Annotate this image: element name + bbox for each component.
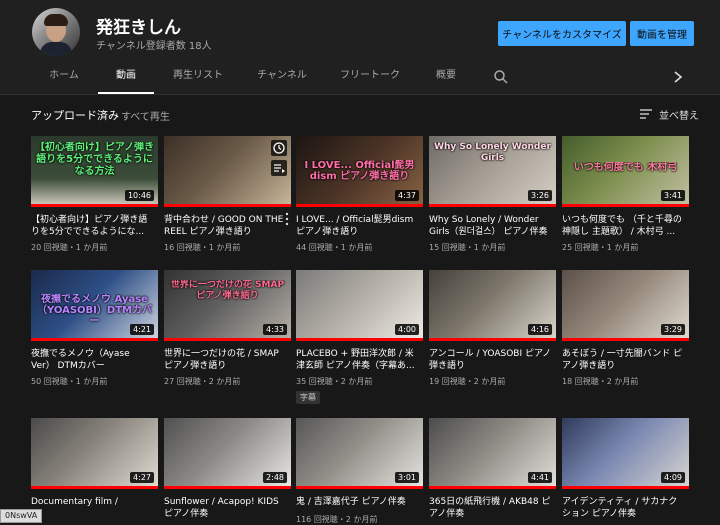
video-meta: 18 回視聴・2 か月前 xyxy=(562,377,639,386)
watched-progress-bar xyxy=(164,486,291,489)
video-duration: 10:46 xyxy=(124,190,154,201)
add-to-queue-icon[interactable] xyxy=(271,160,287,176)
video-thumbnail[interactable]: 4:27 xyxy=(31,418,158,489)
video-meta: 25 回視聴・1 か月前 xyxy=(562,243,639,252)
video-meta: 16 回視聴・1 か月前 xyxy=(164,243,241,252)
watched-progress-bar xyxy=(562,204,689,207)
video-title[interactable]: アイデンティティ / サカナクション ピアノ伴奏 xyxy=(562,496,686,520)
video-thumbnail[interactable]: 世界に一つだけの花 SMAP ピアノ弾き語り 4:33 xyxy=(164,270,291,341)
video-title[interactable]: 世界に一つだけの花 / SMAP ピアノ弾き語り xyxy=(164,348,288,372)
video-duration: 3:29 xyxy=(661,324,685,335)
video-title[interactable]: Documentary film / xyxy=(31,496,155,508)
watched-progress-bar xyxy=(164,338,291,341)
video-duration: 3:41 xyxy=(661,190,685,201)
video-thumbnail[interactable]: 夜撫でるメノウ Ayase（YOASOBI）DTMカバー 4:21 xyxy=(31,270,158,341)
video-duration: 4:37 xyxy=(395,190,419,201)
video-thumbnail[interactable]: 2:48 xyxy=(164,418,291,489)
video-thumbnail[interactable]: 3:01 xyxy=(296,418,423,489)
video-duration: 4:21 xyxy=(130,324,154,335)
watched-progress-bar xyxy=(31,486,158,489)
video-thumbnail[interactable]: I LOVE... Official髭男dism ピアノ弾き語り 4:37 xyxy=(296,136,423,207)
watched-progress-bar xyxy=(429,204,556,207)
watched-progress-bar xyxy=(562,338,689,341)
video-thumbnail[interactable]: 4:09 xyxy=(562,418,689,489)
watched-progress-bar xyxy=(164,204,291,207)
video-title[interactable]: 鬼 / 吉澤嘉代子 ピアノ伴奏 xyxy=(296,496,420,508)
watched-progress-bar xyxy=(562,486,689,489)
clock-icon[interactable] xyxy=(271,140,287,156)
thumbnail-caption: 【初心者向け】ピアノ弾き語りを5分でできるようになる方法 xyxy=(34,142,155,177)
video-meta: 15 回視聴・1 か月前 xyxy=(429,243,506,252)
video-duration: 4:09 xyxy=(661,472,685,483)
video-thumbnail[interactable]: 4:16 xyxy=(429,270,556,341)
video-meta: 20 回視聴・1 か月前 xyxy=(31,243,108,252)
video-thumbnail[interactable]: Why So Lonely Wonder Girls 3:26 xyxy=(429,136,556,207)
video-title[interactable]: あそぼう / 一寸先闇バンド ピアノ弾き語り xyxy=(562,348,686,372)
video-thumbnail[interactable]: 4:41 xyxy=(429,418,556,489)
video-meta: 35 回視聴・2 か月前 xyxy=(296,377,373,386)
video-title[interactable]: PLACEBO + 野田洋次郎 / 米津玄師 ピアノ伴奏（字幕あ... xyxy=(296,348,420,372)
watched-progress-bar xyxy=(296,338,423,341)
video-duration: 3:26 xyxy=(528,190,552,201)
video-title[interactable]: 夜撫でるメノウ（Ayase Ver） DTMカバー xyxy=(31,348,155,372)
video-title[interactable]: Why So Lonely / Wonder Girls（원더걸스） ピアノ伴奏 xyxy=(429,214,553,238)
video-meta: 50 回視聴・1 か月前 xyxy=(31,377,108,386)
video-duration: 4:41 xyxy=(528,472,552,483)
watched-progress-bar xyxy=(429,338,556,341)
video-title[interactable]: Sunflower / Acapop! KIDS ピアノ伴奏 xyxy=(164,496,288,520)
thumbnail-caption: 夜撫でるメノウ Ayase（YOASOBI）DTMカバー xyxy=(37,294,152,327)
video-title[interactable]: I LOVE... / Official髭男dism ピアノ弾き語り xyxy=(296,214,420,238)
watched-progress-bar xyxy=(429,486,556,489)
video-meta: 19 回視聴・2 か月前 xyxy=(429,377,506,386)
video-duration: 4:27 xyxy=(130,472,154,483)
more-vertical-icon[interactable] xyxy=(284,212,290,226)
thumbnail-caption: I LOVE... Official髭男dism ピアノ弾き語り xyxy=(304,160,415,182)
video-duration: 2:48 xyxy=(263,472,287,483)
watched-progress-bar xyxy=(296,486,423,489)
thumbnail-caption: 世界に一つだけの花 SMAP ピアノ弾き語り xyxy=(170,280,285,301)
watched-progress-bar xyxy=(31,338,158,341)
video-grid: 【初心者向け】ピアノ弾き語りを5分でできるようになる方法 10:46 【初心者向… xyxy=(0,0,720,524)
video-thumbnail[interactable]: 【初心者向け】ピアノ弾き語りを5分でできるようになる方法 10:46 xyxy=(31,136,158,207)
video-title[interactable]: 背中合わせ / GOOD ON THE REEL ピアノ弾き語り xyxy=(164,214,288,238)
video-duration: 4:00 xyxy=(395,324,419,335)
thumbnail-caption: いつも何度でも 木村弓 xyxy=(573,162,678,173)
video-duration: 4:16 xyxy=(528,324,552,335)
video-duration: 4:33 xyxy=(263,324,287,335)
watched-progress-bar xyxy=(296,204,423,207)
video-title[interactable]: 365日の紙飛行機 / AKB48 ピアノ伴奏 xyxy=(429,496,553,520)
video-thumbnail[interactable]: 4:00 xyxy=(296,270,423,341)
video-meta: 116 回視聴・2 か月前 xyxy=(296,515,378,524)
video-thumbnail[interactable] xyxy=(164,136,291,207)
thumbnail-caption: Why So Lonely Wonder Girls xyxy=(434,142,551,163)
video-meta: 44 回視聴・1 か月前 xyxy=(296,243,373,252)
video-meta: 27 回視聴・2 か月前 xyxy=(164,377,241,386)
video-title[interactable]: アンコール / YOASOBI ピアノ弾き語り xyxy=(429,348,553,372)
video-thumbnail[interactable]: 3:29 xyxy=(562,270,689,341)
video-title[interactable]: 【初心者向け】ピアノ弾き語りを5分でできるようにな... xyxy=(31,214,155,238)
video-title[interactable]: いつも何度でも （千と千尋の神隠し 主題歌） / 木村弓 ... xyxy=(562,214,686,238)
video-thumbnail[interactable]: いつも何度でも 木村弓 3:41 xyxy=(562,136,689,207)
video-duration: 3:01 xyxy=(395,472,419,483)
watched-progress-bar xyxy=(31,204,158,207)
caption-badge: 字幕 xyxy=(296,391,320,404)
